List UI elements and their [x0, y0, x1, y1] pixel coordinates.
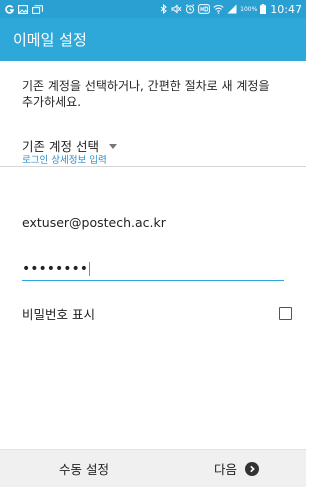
email-field[interactable]: extuser@postech.ac.kr	[22, 215, 284, 230]
bluetooth-icon	[160, 4, 168, 14]
title-bar: 이메일 설정	[0, 18, 306, 61]
battery-icon	[260, 4, 267, 14]
show-password-checkbox[interactable]	[279, 306, 292, 320]
signal-icon	[227, 4, 237, 14]
password-field[interactable]: ••••••••	[22, 257, 284, 281]
bottom-action-bar: 수동 설정 다음	[0, 449, 306, 487]
text-cursor	[89, 261, 91, 276]
password-mask: ••••••••	[22, 260, 89, 277]
show-password-row[interactable]: 비밀번호 표시	[22, 301, 292, 325]
manual-setup-button[interactable]: 수동 설정	[59, 459, 109, 478]
next-button[interactable]: 다음	[214, 459, 260, 478]
mute-icon	[171, 4, 182, 14]
notification-g-icon	[5, 4, 14, 14]
page-title: 이메일 설정	[13, 31, 87, 49]
dropdown-arrow-icon	[108, 143, 117, 149]
clock-time: 10:47	[270, 2, 302, 16]
next-label: 다음	[214, 462, 238, 477]
gallery-icon	[32, 4, 43, 14]
section-divider	[0, 166, 306, 167]
chevron-right-icon	[245, 461, 260, 476]
email-setup-form: 기존 계정을 선택하거나, 간편한 절차로 새 계정을 추가하세요. 기존 계정…	[0, 61, 306, 449]
status-bar: 100% 10:47	[0, 0, 306, 18]
setup-description: 기존 계정을 선택하거나, 간편한 절차로 새 계정을 추가하세요.	[22, 79, 270, 109]
image-icon	[18, 4, 28, 14]
battery-percent: 100%	[240, 5, 258, 13]
wifi-icon	[213, 4, 224, 14]
show-password-label: 비밀번호 표시	[22, 306, 95, 322]
alarm-icon	[185, 4, 195, 14]
hd-icon	[198, 4, 211, 14]
login-details-header: 로그인 상세정보 입력	[22, 155, 107, 166]
